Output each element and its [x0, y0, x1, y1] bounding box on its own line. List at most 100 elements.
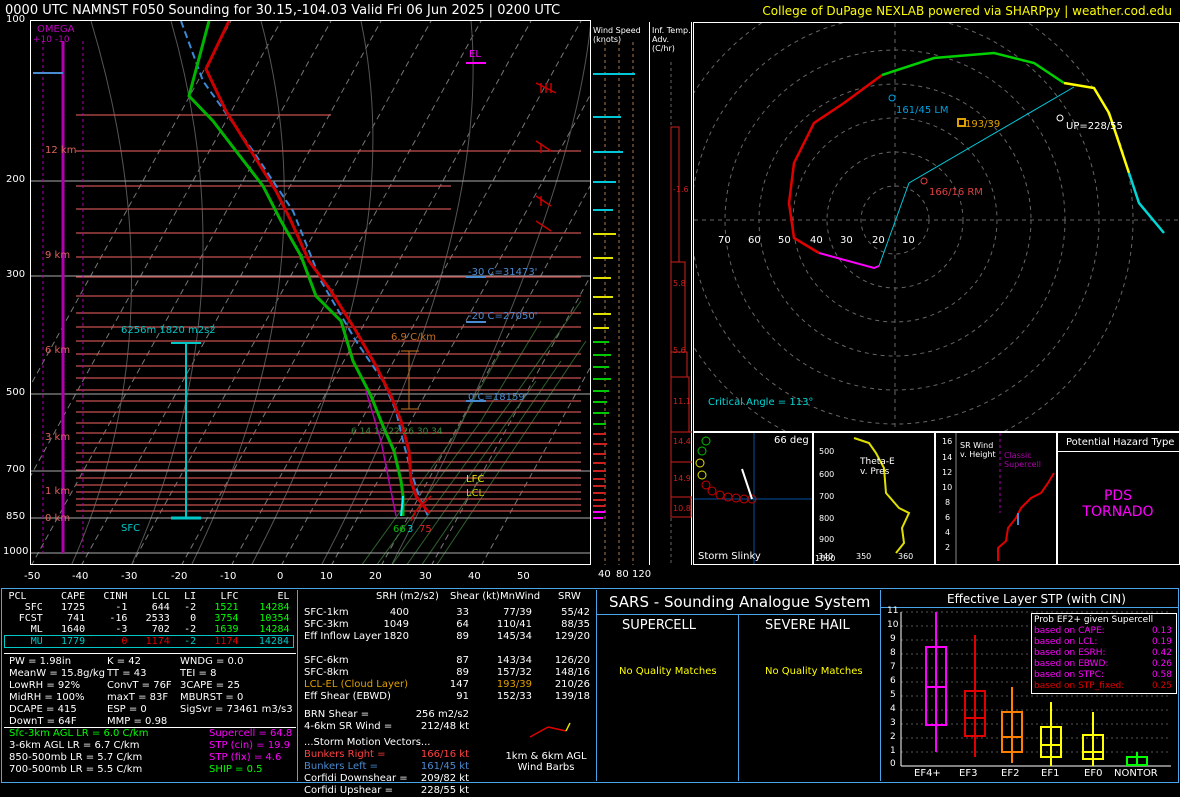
table-row: Corfidi Downshear = 209/82 kt: [304, 773, 594, 785]
stp-title: Effective Layer STP (with CIN): [947, 592, 1126, 606]
advection-chart: [670, 62, 692, 565]
table-row: SFC-8km 89 157/32 148/16: [304, 667, 594, 679]
stp-legend-value: 0.13: [1151, 626, 1172, 636]
p-tick-300: 300: [6, 269, 26, 280]
pcl-cape: 1779: [61, 636, 86, 647]
index-meanw: MeanW = 15.8g/kg: [9, 668, 105, 679]
hodo-ring-30: 30: [840, 235, 853, 246]
stp-legend-label: based on STPC:: [1034, 670, 1105, 680]
critical-angle: Critical Angle = 113°: [708, 397, 814, 408]
adv-value-1: 5.8: [673, 279, 686, 288]
pcl-el: 14284: [259, 602, 290, 613]
page-title: 0000 UTC NAMNST F050 Sounding for 30.15,…: [5, 3, 561, 18]
index-lowrh: LowRH = 92%: [9, 680, 81, 691]
indices-col1: PW = 1.98in MeanW = 15.8g/kg LowRH = 92%…: [9, 656, 105, 728]
kin-mnwind: 143/34: [496, 655, 532, 666]
table-row: SFC-6km 87 143/34 126/20: [304, 655, 594, 667]
kin-srh: 89: [456, 667, 469, 678]
pcl-name: ML: [30, 624, 43, 635]
pcl-header-2: CINH: [103, 591, 128, 602]
kin-header-shear: Shear (kt): [450, 591, 500, 602]
sars-supercell-title: SUPERCELL: [622, 618, 696, 633]
t-tick-50: 50: [517, 571, 530, 582]
stp-legend: Prob EF2+ given Supercell based on CAPE:…: [1031, 613, 1177, 694]
kin-srw: 139/18: [554, 691, 590, 702]
pcl-name: SFC: [24, 602, 43, 613]
stp-legend-value: 0.26: [1151, 659, 1172, 669]
kin-header-srh: SRH (m2/s2): [376, 591, 439, 602]
composite-ship: SHIP = 0.5: [209, 764, 263, 775]
motion-value: 161/45 kt: [420, 761, 469, 772]
lapse-rate-2: 850-500mb LR = 5.7 C/km: [9, 752, 143, 763]
pcl-li: 0: [190, 613, 197, 624]
thetae-y-600: 600: [819, 470, 835, 479]
table-row: LCL-EL (Cloud Layer) 147 193/39 210/26: [304, 679, 594, 691]
index-wndg: WNDG = 0.0: [180, 656, 244, 667]
pcl-lcl: 2533: [145, 613, 170, 624]
pcl-el: 10354: [259, 613, 290, 624]
table-row[interactable]: MU 1779 0 1174 -2 1174 14284: [4, 635, 294, 648]
kin-srh: 1820: [383, 631, 409, 642]
pcl-lcl: 644: [151, 602, 170, 613]
height-label-3: 3 km: [45, 432, 71, 443]
sr-y-4: 4: [945, 528, 951, 537]
kin-srh: 87: [456, 655, 469, 666]
slinky-panel: 66 deg Storm Slinky: [693, 432, 813, 565]
kin-shear: 64: [456, 619, 469, 630]
pcl-cinh: -16: [109, 613, 128, 624]
hodograph-panel: 10 20 30 40 50 60 70 161/45 LM 193/39 UP…: [693, 22, 1180, 432]
pcl-header-0: PCL: [8, 591, 27, 602]
stp-legend-value: 0.42: [1151, 648, 1172, 658]
barb-caption: 1km & 6km AGL Wind Barbs: [505, 751, 587, 773]
kin-label: LCL-EL (Cloud Layer): [304, 679, 409, 690]
table-row: ML 1640 -3 702 -2 1639 14284: [5, 624, 294, 636]
index-tei: TEI = 8: [180, 668, 217, 679]
thetae-x-340: 340: [818, 552, 834, 561]
hgt-m30: -30 C=31473': [468, 267, 538, 278]
kin-header-srw: SRW: [558, 591, 581, 602]
p-tick-200: 200: [6, 174, 26, 185]
motion-value: 166/16 kt: [420, 749, 469, 760]
sr-wind-value: 212/48 kt: [420, 721, 469, 732]
height-label-0: 0 km: [45, 513, 71, 524]
slinky-chart: [694, 433, 812, 564]
pcl-name: FCST: [18, 613, 43, 624]
t-tick-m20: -20: [171, 571, 188, 582]
adv-value-2: 5.6: [673, 346, 686, 355]
pcl-lfc: 1639: [214, 624, 239, 635]
table-row: SFC-1km 400 33 77/39 55/42: [304, 607, 594, 619]
t-tick-40: 40: [468, 571, 481, 582]
stp-y-6: 6: [890, 676, 896, 686]
pcl-cape: 1725: [61, 602, 86, 613]
index-maxt: maxT = 83F: [107, 692, 169, 703]
kin-srw: 148/16: [554, 667, 590, 678]
t-tick-m40: -40: [72, 571, 89, 582]
sr-y-12: 12: [942, 468, 953, 477]
kin-shear: 89: [456, 631, 469, 642]
pcl-el: 14284: [259, 624, 290, 635]
hodo-ring-20: 20: [872, 235, 885, 246]
kin-mnwind: 145/34: [496, 631, 532, 642]
indices-col3: WNDG = 0.0 TEI = 8 3CAPE = 25 MBURST = 0…: [180, 656, 293, 716]
index-k: K = 42: [107, 656, 142, 667]
p-tick-100: 100: [6, 14, 26, 25]
thetae-y-800: 800: [819, 514, 835, 523]
ws-tick-120: 120: [632, 569, 652, 580]
kin-label: SFC-3km: [304, 619, 349, 630]
pcl-cape: 1640: [61, 624, 86, 635]
motion-label: Corfidi Upshear =: [304, 785, 393, 796]
sars-hail-title: SEVERE HAIL: [765, 618, 850, 633]
height-label-6: 6 km: [45, 345, 71, 356]
index-sigsvr: SigSvr = 73461 m3/s3: [180, 704, 293, 715]
kin-srh: 400: [389, 607, 409, 618]
lapse-rates: Sfc-3km AGL LR = 6.0 C/km 3-6km AGL LR =…: [9, 728, 148, 776]
stp-legend-label: based on EBWD:: [1034, 659, 1109, 669]
sars-title: SARS - Sounding Analogue System: [609, 593, 871, 611]
motion-label: Bunkers Right =: [304, 749, 386, 760]
thetae-y-700: 700: [819, 492, 835, 501]
stp-cat-ef3: EF3: [959, 768, 978, 779]
indices-col2: K = 42 TT = 43 ConvT = 76F maxT = 83F ES…: [107, 656, 172, 728]
kin-mnwind: 193/39: [496, 679, 532, 690]
stp-legend-label: based on STP_fixed:: [1034, 681, 1125, 691]
hazard-panel: Potential Hazard Type PDS TORNADO: [1057, 432, 1180, 565]
